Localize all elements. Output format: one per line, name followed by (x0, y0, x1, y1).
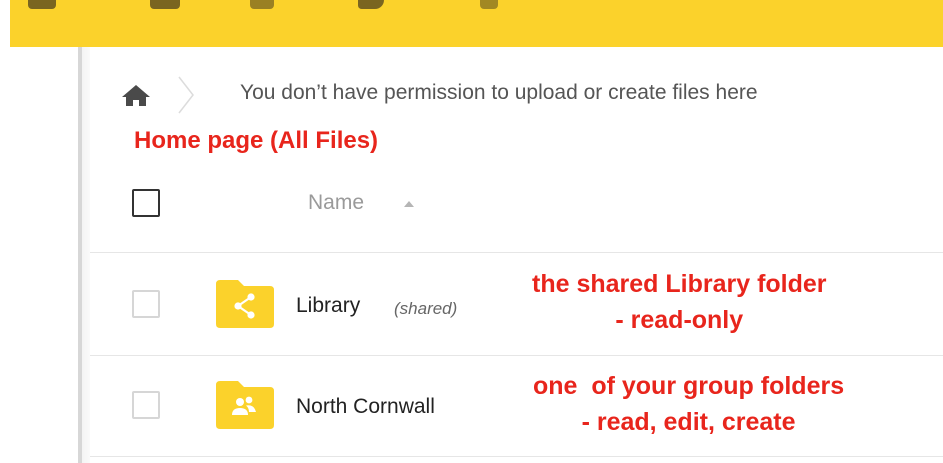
annotation-cornwall-line1: one of your group folders (533, 372, 845, 400)
menu-icon[interactable] (28, 0, 56, 9)
search-icon[interactable] (480, 0, 498, 9)
annotation-north-cornwall: one of your group folders - read, edit, … (533, 368, 844, 440)
chevron-right-icon (178, 76, 194, 114)
file-row-library[interactable]: Library (shared) the shared Library fold… (90, 254, 943, 356)
file-list-header: Name (90, 177, 943, 253)
sidebar-divider[interactable] (78, 47, 90, 463)
top-toolbar (10, 0, 943, 47)
activity-icon[interactable] (250, 0, 274, 9)
annotation-library-line1: the shared Library folder (532, 270, 827, 298)
shared-tag: (shared) (394, 299, 458, 318)
home-icon[interactable] (120, 83, 152, 107)
file-name[interactable]: Library (296, 294, 360, 318)
breadcrumb: You don’t have permission to upload or c… (90, 75, 943, 115)
annotation-library: the shared Library folder - read-only (532, 266, 827, 338)
annotation-cornwall-line2: - read, edit, create (581, 408, 796, 436)
gallery-icon[interactable] (358, 0, 384, 9)
group-folder-icon[interactable] (216, 381, 274, 429)
annotation-home-page: Home page (All Files) (134, 127, 379, 154)
row-checkbox[interactable] (132, 391, 160, 419)
file-row-north-cornwall[interactable]: North Cornwall one of your group folders… (90, 355, 943, 457)
annotation-library-line2: - read-only (615, 306, 744, 334)
select-all-checkbox[interactable] (132, 189, 160, 217)
row-checkbox[interactable] (132, 290, 160, 318)
files-icon[interactable] (150, 0, 180, 9)
file-browser: You don’t have permission to upload or c… (90, 47, 943, 463)
file-name[interactable]: North Cornwall (296, 395, 435, 419)
sort-ascending-icon[interactable] (403, 200, 415, 208)
shared-folder-icon[interactable] (216, 280, 274, 328)
left-sidebar (0, 47, 78, 463)
permission-message: You don’t have permission to upload or c… (240, 81, 758, 104)
name-column-header[interactable]: Name (308, 191, 364, 215)
